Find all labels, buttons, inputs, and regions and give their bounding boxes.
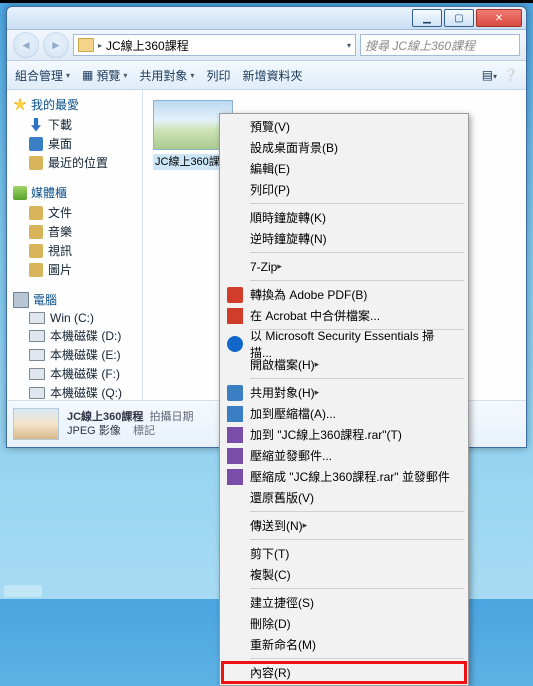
sidebar-item-drive-q[interactable]: 本機磁碟 (Q:): [7, 383, 142, 400]
ctx-share[interactable]: 共用對象(H)▸: [222, 382, 466, 403]
ctx-create-shortcut[interactable]: 建立捷徑(S): [222, 592, 466, 613]
preview-thumbnail: [13, 408, 59, 440]
ctx-set-background[interactable]: 設成桌面背景(B): [222, 137, 466, 158]
breadcrumb-label: JC線上360課程: [106, 37, 189, 54]
sidebar-item-videos[interactable]: 視訊: [7, 241, 142, 260]
maximize-button[interactable]: ▢: [444, 9, 474, 27]
ctx-acrobat-combine[interactable]: 在 Acrobat 中合併檔案...: [222, 305, 466, 326]
organize-button[interactable]: 組合管理 ▾: [15, 67, 70, 84]
ctx-restore-versions[interactable]: 還原舊版(V): [222, 487, 466, 508]
context-menu: 預覽(V) 設成桌面背景(B) 編輯(E) 列印(P) 順時鐘旋轉(K) 逆時鐘…: [219, 113, 469, 686]
details-date-label: 拍攝日期: [150, 411, 194, 423]
taskbar-hint: [4, 585, 42, 597]
ctx-add-archive[interactable]: 加到壓縮檔(A)...: [222, 403, 466, 424]
pdf-icon: [227, 287, 243, 303]
print-button[interactable]: 列印: [206, 67, 230, 84]
sidebar-group-computer[interactable]: 電腦: [7, 289, 142, 310]
document-icon: [29, 206, 43, 220]
chevron-right-icon: ▸: [98, 41, 102, 50]
folder-icon: [78, 38, 94, 52]
sidebar-item-recent[interactable]: 最近的位置: [7, 153, 142, 172]
drive-icon: [29, 312, 45, 324]
ctx-print[interactable]: 列印(P): [222, 179, 466, 200]
ctx-zip-email[interactable]: 壓縮並發郵件...: [222, 445, 466, 466]
chevron-right-icon: ▸: [315, 359, 320, 370]
sidebar: 我的最愛 下載 桌面 最近的位置 媒體櫃 文件 音樂 視訊 圖片 電腦 Win …: [7, 90, 143, 400]
ctx-send-to[interactable]: 傳送到(N)▸: [222, 515, 466, 536]
breadcrumb[interactable]: ▸ JC線上360課程 ▾: [73, 34, 356, 56]
sidebar-item-downloads[interactable]: 下載: [7, 115, 142, 134]
sidebar-item-drive-d[interactable]: 本機磁碟 (D:): [7, 326, 142, 345]
drive-icon: [29, 349, 45, 361]
close-button[interactable]: ✕: [476, 9, 522, 27]
recent-icon: [29, 156, 43, 170]
music-icon: [29, 225, 43, 239]
video-icon: [29, 244, 43, 258]
picture-icon: [29, 263, 43, 277]
rar-icon: [227, 448, 243, 464]
ctx-zip-rar-email[interactable]: 壓縮成 "JC線上360課程.rar" 並發郵件: [222, 466, 466, 487]
titlebar: ▁ ▢ ✕: [7, 7, 526, 30]
search-placeholder: 搜尋 JC線上360課程: [365, 37, 475, 54]
view-button[interactable]: ▤▾: [482, 68, 497, 82]
minimize-button[interactable]: ▁: [412, 9, 442, 27]
acrobat-icon: [227, 308, 243, 324]
nav-row: ◄ ► ▸ JC線上360課程 ▾ 搜尋 JC線上360課程: [7, 30, 526, 61]
drive-icon: [29, 387, 45, 399]
ctx-add-rar[interactable]: 加到 "JC線上360課程.rar"(T): [222, 424, 466, 445]
ctx-rotate-cw[interactable]: 順時鐘旋轉(K): [222, 207, 466, 228]
ctx-mse-scan[interactable]: 以 Microsoft Security Essentials 掃描...: [222, 333, 466, 354]
sidebar-item-drive-f[interactable]: 本機磁碟 (F:): [7, 364, 142, 383]
sidebar-item-drive-e[interactable]: 本機磁碟 (E:): [7, 345, 142, 364]
ctx-copy[interactable]: 複製(C): [222, 564, 466, 585]
computer-icon: [13, 292, 29, 308]
details-name: JC線上360課程: [67, 411, 143, 423]
chevron-right-icon: ▸: [277, 261, 282, 272]
sidebar-item-music[interactable]: 音樂: [7, 222, 142, 241]
share-button[interactable]: 共用對象 ▾: [139, 67, 194, 84]
drive-icon: [29, 330, 45, 342]
ctx-convert-pdf[interactable]: 轉換為 Adobe PDF(B): [222, 284, 466, 305]
search-input[interactable]: 搜尋 JC線上360課程: [360, 34, 520, 56]
ctx-properties[interactable]: 內容(R): [222, 662, 466, 683]
ctx-delete[interactable]: 刪除(D): [222, 613, 466, 634]
drive-icon: [29, 368, 45, 380]
archive-icon: [227, 406, 243, 422]
library-icon: [13, 186, 27, 200]
path-dropdown-icon[interactable]: ▾: [347, 41, 351, 50]
details-tags-label: 標記: [133, 425, 155, 437]
chevron-right-icon: ▸: [315, 387, 320, 398]
sidebar-group-favorites[interactable]: 我的最愛: [7, 94, 142, 115]
sidebar-group-libraries[interactable]: 媒體櫃: [7, 182, 142, 203]
newfolder-button[interactable]: 新增資料夾: [242, 67, 302, 84]
toolbar: 組合管理 ▾ ▦ 預覽 ▾ 共用對象 ▾ 列印 新增資料夾 ▤▾ ❔: [7, 61, 526, 90]
details-type: JPEG 影像: [67, 425, 121, 437]
ctx-rename[interactable]: 重新命名(M): [222, 634, 466, 655]
ctx-preview[interactable]: 預覽(V): [222, 116, 466, 137]
rar-icon: [227, 469, 243, 485]
chevron-right-icon: ▸: [303, 520, 308, 531]
sidebar-item-drive-c[interactable]: Win (C:): [7, 310, 142, 326]
back-button[interactable]: ◄: [13, 32, 39, 58]
forward-button[interactable]: ►: [43, 32, 69, 58]
ctx-cut[interactable]: 剪下(T): [222, 543, 466, 564]
ctx-rotate-ccw[interactable]: 逆時鐘旋轉(N): [222, 228, 466, 249]
ctx-7zip[interactable]: 7-Zip▸: [222, 256, 466, 277]
rar-icon: [227, 427, 243, 443]
download-icon: [29, 118, 43, 132]
help-button[interactable]: ❔: [503, 68, 518, 82]
sidebar-item-documents[interactable]: 文件: [7, 203, 142, 222]
preview-button[interactable]: ▦ 預覽 ▾: [82, 67, 127, 84]
star-icon: [13, 98, 27, 112]
ctx-open-with[interactable]: 開啟檔案(H)▸: [222, 354, 466, 375]
share-icon: [227, 385, 243, 401]
ctx-edit[interactable]: 編輯(E): [222, 158, 466, 179]
desktop-icon: [29, 137, 43, 151]
shield-icon: [227, 336, 243, 352]
sidebar-item-pictures[interactable]: 圖片: [7, 260, 142, 279]
sidebar-item-desktop[interactable]: 桌面: [7, 134, 142, 153]
